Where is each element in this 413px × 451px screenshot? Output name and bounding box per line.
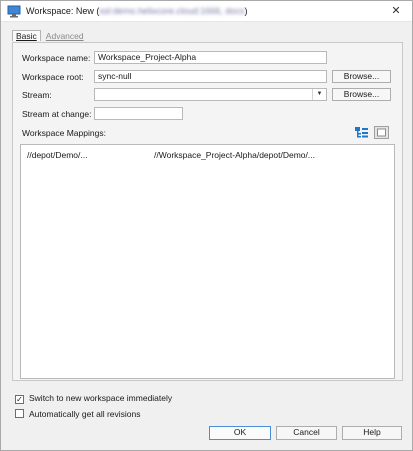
window-title: Workspace: New (ssl:demo.helixcore.cloud… <box>26 6 248 16</box>
auto-get-revisions-option[interactable]: Automatically get all revisions <box>15 409 141 419</box>
workspace-dialog: Workspace: New (ssl:demo.helixcore.cloud… <box>0 0 413 451</box>
help-button[interactable]: Help <box>342 426 402 440</box>
stream-combobox[interactable]: ▼ <box>94 88 327 101</box>
switch-workspace-option[interactable]: ✓ Switch to new workspace immediately <box>15 393 172 404</box>
title-bar[interactable]: Workspace: New (ssl:demo.helixcore.cloud… <box>1 1 412 22</box>
chevron-down-icon[interactable]: ▼ <box>312 89 326 100</box>
mapping-row[interactable]: //depot/Demo/... //Workspace_Project-Alp… <box>27 150 315 160</box>
close-button[interactable]: ✕ <box>384 2 408 21</box>
workspace-mappings-label: Workspace Mappings: <box>22 128 106 138</box>
cancel-button[interactable]: Cancel <box>276 426 337 440</box>
text-view-icon[interactable] <box>374 126 389 139</box>
auto-get-revisions-checkbox[interactable] <box>15 409 24 418</box>
tree-view-icon[interactable] <box>354 126 369 139</box>
workspace-root-input[interactable]: sync-null <box>94 70 327 83</box>
stream-at-change-input[interactable] <box>94 107 183 120</box>
workspace-name-label: Workspace name: <box>22 53 91 63</box>
workspace-name-input[interactable]: Workspace_Project-Alpha <box>94 51 327 64</box>
mapping-workspace-path: //Workspace_Project-Alpha/depot/Demo/... <box>154 150 315 160</box>
stream-label: Stream: <box>22 90 52 100</box>
ok-button[interactable]: OK <box>209 426 271 440</box>
switch-workspace-checkbox[interactable]: ✓ <box>15 395 24 404</box>
basic-panel: Workspace name: Workspace_Project-Alpha … <box>12 42 403 381</box>
stream-at-change-label: Stream at change: <box>22 109 92 119</box>
workspace-root-label: Workspace root: <box>22 72 84 82</box>
tab-advanced[interactable]: Advanced <box>45 31 85 41</box>
stream-browse-button[interactable]: Browse... <box>332 88 391 101</box>
workspace-root-browse-button[interactable]: Browse... <box>332 70 391 83</box>
workspace-mappings-view[interactable]: //depot/Demo/... //Workspace_Project-Alp… <box>20 144 395 379</box>
auto-get-revisions-label: Automatically get all revisions <box>29 409 141 419</box>
mapping-depot-path: //depot/Demo/... <box>27 150 88 160</box>
server-address: ssl:demo.helixcore.cloud:1666, docs <box>99 6 245 16</box>
monitor-icon <box>7 5 21 18</box>
close-icon: ✕ <box>391 5 401 17</box>
tab-basic[interactable]: Basic <box>12 30 41 41</box>
switch-workspace-label: Switch to new workspace immediately <box>29 393 173 403</box>
